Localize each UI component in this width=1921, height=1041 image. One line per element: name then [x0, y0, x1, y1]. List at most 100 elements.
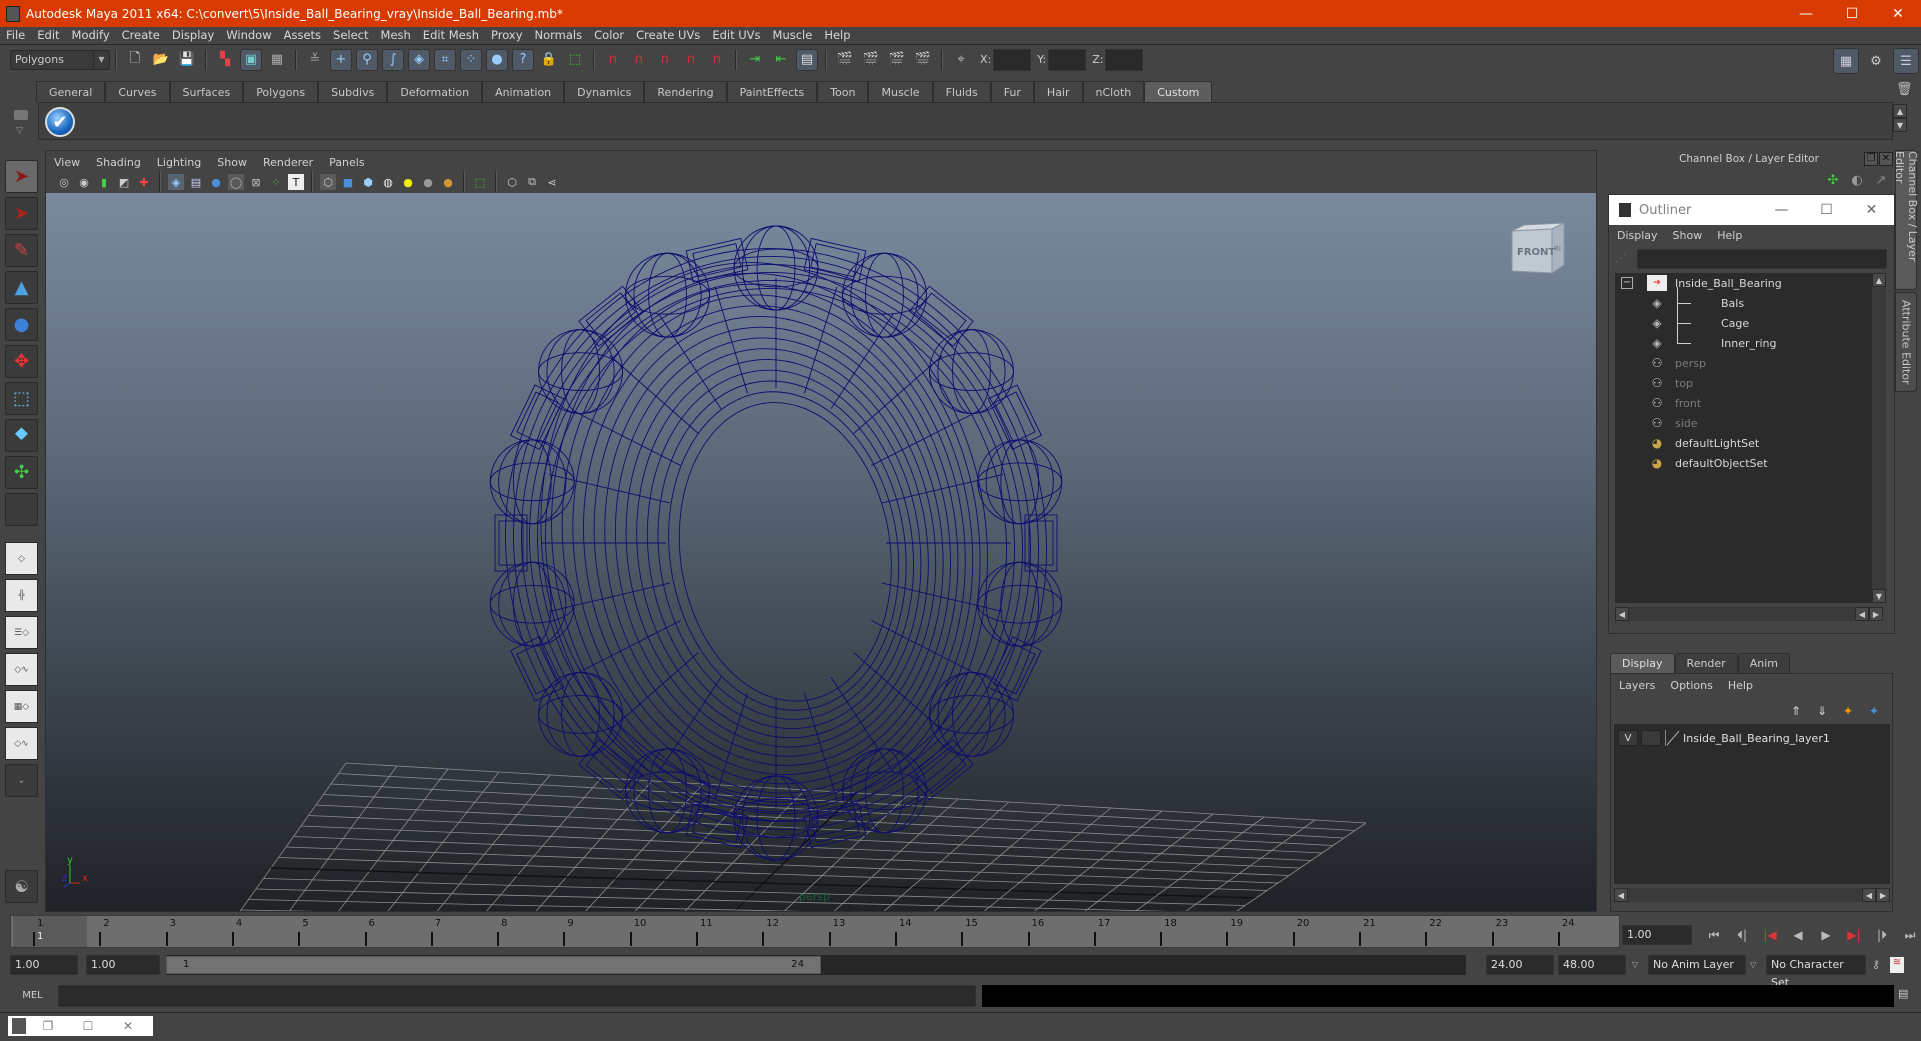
menu-muscle[interactable]: Muscle [773, 28, 813, 42]
outliner-maximize-button[interactable]: ☐ [1804, 195, 1849, 225]
scale-tool-icon[interactable]: ✥ [5, 345, 38, 378]
le-menu-layers[interactable]: Layers [1619, 679, 1655, 692]
menu-modify[interactable]: Modify [72, 28, 110, 42]
go-to-start-icon[interactable]: ⏮ [1700, 925, 1728, 945]
vp-menu-show[interactable]: Show [217, 156, 247, 169]
field-chart-icon[interactable]: ⊠ [248, 174, 264, 190]
x-field[interactable] [993, 48, 1032, 71]
close-panel-icon[interactable]: ✕ [1879, 152, 1893, 166]
persp-graph-hypergraph-layout-icon[interactable]: ◇∿ [5, 727, 38, 760]
filter-icon[interactable]: ⋰ [1615, 251, 1631, 267]
wireframe-on-shaded-icon[interactable]: ⬢ [360, 174, 376, 190]
vp-menu-panels[interactable]: Panels [329, 156, 364, 169]
hyper-icon[interactable]: ↗ [1871, 170, 1891, 190]
render-current-frame-icon[interactable]: 🎬 [860, 49, 882, 71]
universal-manipulator-icon[interactable]: ⬚ [5, 382, 38, 415]
minimized-window[interactable]: ❐ ☐ ✕ [8, 1016, 153, 1036]
menu-edit-uvs[interactable]: Edit UVs [712, 28, 760, 42]
scroll-left-icon[interactable]: ◀ [1615, 607, 1629, 621]
shelf-options-icon[interactable] [14, 110, 28, 120]
shelf-menu-arrow-icon[interactable]: ▽ [16, 126, 23, 136]
new-scene-icon[interactable]: 🗋 [124, 49, 146, 71]
scroll-left-icon[interactable]: ◀ [1862, 888, 1876, 902]
minimize-button[interactable]: — [1783, 0, 1829, 27]
shelf-tab-fur[interactable]: Fur [990, 81, 1034, 102]
menu-normals[interactable]: Normals [535, 28, 583, 42]
outliner-filter-input[interactable] [1637, 249, 1887, 269]
use-all-lights-icon[interactable]: ● [420, 174, 436, 190]
playback-end-field[interactable]: 24.00 [1486, 955, 1554, 975]
menu-proxy[interactable]: Proxy [491, 28, 523, 42]
key-icon[interactable]: ⚷ [1872, 958, 1880, 971]
select-surfaces-icon[interactable]: ◈ [408, 48, 430, 71]
xray-icon[interactable]: ⬡ [504, 174, 520, 190]
anim-layer-dropdown[interactable]: No Anim Layer [1648, 955, 1746, 975]
range-slider-track[interactable]: 1 24 [166, 955, 1466, 975]
ipr-render-icon[interactable]: 🎬 [886, 49, 908, 71]
outliner-item[interactable]: ◕ defaultLightSet [1647, 433, 1759, 453]
animation-start-field[interactable]: 1.00 [10, 955, 78, 975]
make-live-icon[interactable]: ∩ [706, 49, 728, 71]
snap-to-view-plane-icon[interactable]: ∩ [680, 49, 702, 71]
select-by-hierarchy-icon[interactable]: ▚ [214, 49, 236, 71]
select-rendering-icon[interactable]: ● [486, 48, 508, 71]
shelf-tab-toon[interactable]: Toon [817, 81, 869, 102]
scroll-up-icon[interactable]: ▲ [1872, 273, 1886, 287]
layer-template-toggle[interactable] [1641, 730, 1661, 746]
shelf-tab-dynamics[interactable]: Dynamics [564, 81, 645, 102]
layer-row[interactable]: V Inside_Ball_Bearing_layer1 [1618, 728, 1830, 748]
maximize-button[interactable]: ☐ [1829, 0, 1875, 27]
lock-selection-icon[interactable]: 🔒 [538, 49, 560, 71]
outliner-vertical-scrollbar[interactable]: ▲ ▼ [1872, 273, 1886, 603]
soft-modification-icon[interactable]: ⯁ [5, 419, 38, 452]
mel-input[interactable] [58, 985, 976, 1007]
resolution-gate-icon[interactable]: ● [208, 174, 224, 190]
y-field[interactable] [1048, 48, 1087, 71]
trash-icon[interactable]: 🗑 [1896, 82, 1913, 97]
character-set-dropdown[interactable]: No Character Set [1766, 955, 1866, 989]
select-misc-icon[interactable]: ? [512, 48, 534, 71]
shelf-tab-ncloth[interactable]: nCloth [1082, 81, 1145, 102]
vp-menu-lighting[interactable]: Lighting [157, 156, 201, 169]
last-tool-slot[interactable] [5, 493, 38, 526]
collapse-icon[interactable]: − [1621, 277, 1633, 289]
select-deformations-icon[interactable]: ⌗ [434, 48, 456, 71]
bookmarks-icon[interactable]: ▮ [96, 174, 112, 190]
smooth-shade-icon[interactable]: ■ [340, 174, 356, 190]
persp-graph-layout-icon[interactable]: ◇∿ [5, 653, 38, 686]
select-handles-icon[interactable]: + [330, 48, 352, 71]
render-view-icon[interactable]: 🎬 [834, 49, 856, 71]
lasso-tool-icon[interactable]: ➤ [5, 197, 38, 230]
menu-color[interactable]: Color [594, 28, 624, 42]
outliner-close-button[interactable]: ✕ [1849, 195, 1894, 225]
close-button[interactable]: ✕ [1875, 0, 1921, 27]
select-curves-icon[interactable]: ∫ [382, 48, 404, 71]
shelf-tab-rendering[interactable]: Rendering [644, 81, 727, 102]
scroll-up-icon[interactable]: ▲ [1893, 104, 1907, 118]
move-layer-down-icon[interactable]: ⇓ [1810, 702, 1834, 720]
outliner-item[interactable]: ⚇ top [1647, 373, 1693, 393]
outliner-item[interactable]: ◕ defaultObjectSet [1647, 453, 1768, 473]
chevron-down-icon[interactable]: ▽ [1632, 960, 1638, 969]
step-back-frame-icon[interactable]: ⏴| [1728, 925, 1756, 945]
select-by-component-type-icon[interactable]: ▦ [266, 49, 288, 71]
outliner-item[interactable]: ➔ Inside_Ball_Bearing [1647, 273, 1782, 293]
outliner-item[interactable]: ⚇ side [1647, 413, 1698, 433]
shelf-tab-surfaces[interactable]: Surfaces [169, 81, 244, 102]
shelf-tab-animation[interactable]: Animation [482, 81, 565, 102]
scroll-down-icon[interactable]: ▼ [1872, 589, 1886, 603]
film-gate-icon[interactable]: ▤ [188, 174, 204, 190]
play-backwards-icon[interactable]: ◀ [1784, 925, 1812, 945]
side-tab-attribute-editor[interactable]: Attribute Editor [1895, 292, 1917, 392]
outliner-item[interactable]: ◈ Cage [1647, 313, 1749, 333]
input-mode-icon[interactable]: ⌖ [950, 49, 972, 71]
menu-edit-mesh[interactable]: Edit Mesh [423, 28, 479, 42]
close-button[interactable]: ✕ [108, 1019, 148, 1033]
maximize-button[interactable]: ☐ [68, 1019, 108, 1033]
move-layer-up-icon[interactable]: ⇑ [1784, 702, 1808, 720]
shelf-tab-custom[interactable]: Custom [1144, 81, 1213, 102]
channel-box-toggle-icon[interactable]: ☰ [1893, 48, 1919, 74]
view-cube-icon[interactable]: FRONT RI [1508, 221, 1568, 279]
tool-settings-toggle-icon[interactable]: ⚙ [1863, 48, 1889, 74]
input-connections-icon[interactable]: ⇥ [744, 49, 766, 71]
